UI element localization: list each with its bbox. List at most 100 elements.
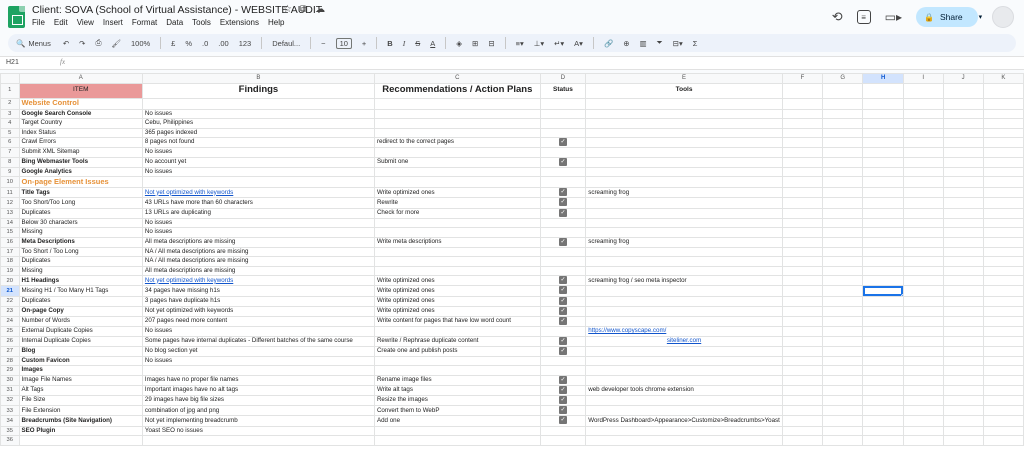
- status-cell[interactable]: ✓: [539, 197, 587, 209]
- recommendation-cell[interactable]: [373, 97, 541, 110]
- cell[interactable]: [942, 207, 984, 219]
- status-cell[interactable]: ✓: [539, 236, 587, 248]
- cell[interactable]: [942, 265, 984, 277]
- cell[interactable]: [781, 82, 824, 99]
- findings-cell[interactable]: Cebu, Philippines: [141, 118, 375, 129]
- cell[interactable]: [822, 236, 864, 248]
- menu-data[interactable]: Data: [166, 18, 183, 27]
- cell[interactable]: [781, 335, 824, 347]
- findings-cell[interactable]: Important images have no alt tags: [141, 384, 375, 397]
- recommendation-cell[interactable]: [373, 176, 541, 189]
- search-menus[interactable]: 🔍 Menus: [16, 39, 51, 48]
- findings-cell[interactable]: NA / All meta descriptions are missing: [141, 246, 375, 258]
- item-cell[interactable]: Internal Duplicate Copies: [18, 335, 143, 347]
- cell[interactable]: [982, 395, 1024, 407]
- history-icon[interactable]: ⟲: [832, 9, 843, 25]
- cell[interactable]: [942, 425, 984, 437]
- cell[interactable]: [902, 405, 944, 417]
- row-number[interactable]: 28: [0, 355, 20, 367]
- cell[interactable]: [822, 405, 864, 417]
- item-cell[interactable]: Below 30 characters: [18, 217, 143, 229]
- findings-cell[interactable]: No issues: [141, 166, 375, 178]
- undo-icon[interactable]: ↶: [63, 39, 69, 48]
- tools-cell[interactable]: [585, 127, 783, 138]
- cell[interactable]: [942, 355, 984, 367]
- row-number[interactable]: 22: [0, 295, 20, 307]
- row-number[interactable]: 35: [0, 425, 20, 437]
- cell[interactable]: [942, 187, 984, 199]
- status-checkbox[interactable]: ✓: [558, 198, 567, 207]
- cell[interactable]: [781, 435, 824, 446]
- recommendation-cell[interactable]: Write optimized ones: [373, 275, 541, 287]
- tools-cell[interactable]: [585, 156, 783, 168]
- cell[interactable]: [822, 108, 864, 119]
- cell[interactable]: [822, 207, 864, 219]
- status-checkbox[interactable]: ✓: [558, 307, 567, 315]
- name-box[interactable]: H21: [6, 59, 46, 66]
- cell[interactable]: [822, 97, 864, 110]
- cell[interactable]: [982, 127, 1024, 138]
- cell[interactable]: [982, 256, 1024, 267]
- cell[interactable]: [942, 275, 984, 287]
- row-number[interactable]: 32: [0, 395, 20, 407]
- recommendation-cell[interactable]: [373, 256, 541, 267]
- cell[interactable]: [781, 176, 824, 189]
- cell[interactable]: [862, 415, 904, 427]
- print-icon[interactable]: ⎙: [95, 38, 101, 48]
- cell[interactable]: [822, 365, 864, 376]
- cell[interactable]: [902, 156, 944, 168]
- recommendation-cell[interactable]: [373, 127, 541, 138]
- item-cell[interactable]: H1 Headings: [18, 275, 143, 287]
- cell[interactable]: [822, 187, 864, 199]
- findings-cell[interactable]: 29 images have big file sizes: [141, 395, 375, 407]
- cell[interactable]: [781, 97, 824, 110]
- currency-button[interactable]: £: [171, 39, 175, 48]
- cell[interactable]: [862, 384, 904, 397]
- cell[interactable]: [862, 127, 904, 138]
- cell[interactable]: [862, 118, 904, 129]
- functions-icon[interactable]: Σ: [693, 39, 698, 48]
- cell[interactable]: [862, 345, 904, 357]
- meet-icon[interactable]: ▭▸: [885, 10, 902, 24]
- status-cell[interactable]: ✓: [539, 415, 587, 427]
- item-cell[interactable]: Duplicates: [18, 207, 143, 219]
- cell[interactable]: [902, 315, 944, 328]
- tools-cell[interactable]: [585, 305, 783, 317]
- findings-cell[interactable]: 34 pages have missing h1s: [141, 285, 375, 297]
- recommendation-cell[interactable]: [373, 326, 541, 337]
- cell[interactable]: [982, 374, 1024, 386]
- findings-cell[interactable]: No account yet: [141, 156, 375, 168]
- item-cell[interactable]: Title Tags: [18, 187, 143, 199]
- cell[interactable]: [862, 315, 904, 328]
- status-checkbox[interactable]: ✓: [558, 347, 567, 355]
- recommendation-cell[interactable]: redirect to the correct pages: [373, 136, 541, 149]
- cell[interactable]: [822, 156, 864, 168]
- recommendation-cell[interactable]: [373, 166, 541, 178]
- status-cell[interactable]: [539, 365, 587, 376]
- status-cell[interactable]: ✓: [539, 207, 587, 219]
- column-header-f[interactable]: F: [781, 73, 824, 84]
- column-header-i[interactable]: I: [902, 73, 944, 84]
- status-cell[interactable]: [539, 256, 587, 267]
- tools-cell[interactable]: web developer tools chrome extension: [585, 384, 783, 397]
- row-number[interactable]: 29: [0, 365, 20, 376]
- cell[interactable]: [902, 415, 944, 427]
- cell[interactable]: [902, 118, 944, 129]
- status-cell[interactable]: ✓: [539, 187, 587, 199]
- recommendation-cell[interactable]: [373, 108, 541, 119]
- recommendation-cell[interactable]: Rename image files: [373, 374, 541, 386]
- cell[interactable]: [822, 127, 864, 138]
- tools-cell[interactable]: screaming frog: [585, 187, 783, 199]
- status-cell[interactable]: ✓: [539, 136, 587, 149]
- cell[interactable]: [781, 295, 824, 307]
- item-cell[interactable]: Target Country: [18, 118, 143, 129]
- cell[interactable]: [982, 82, 1024, 99]
- findings-cell[interactable]: combination of jpg and png: [141, 405, 375, 417]
- row-number[interactable]: 10: [0, 176, 20, 189]
- cell[interactable]: [822, 265, 864, 277]
- row-number[interactable]: 2: [0, 97, 20, 110]
- insert-chart-icon[interactable]: ▥: [640, 39, 647, 48]
- cell[interactable]: [862, 326, 904, 337]
- recommendation-cell[interactable]: [373, 425, 541, 437]
- header-findings[interactable]: Findings: [141, 82, 375, 99]
